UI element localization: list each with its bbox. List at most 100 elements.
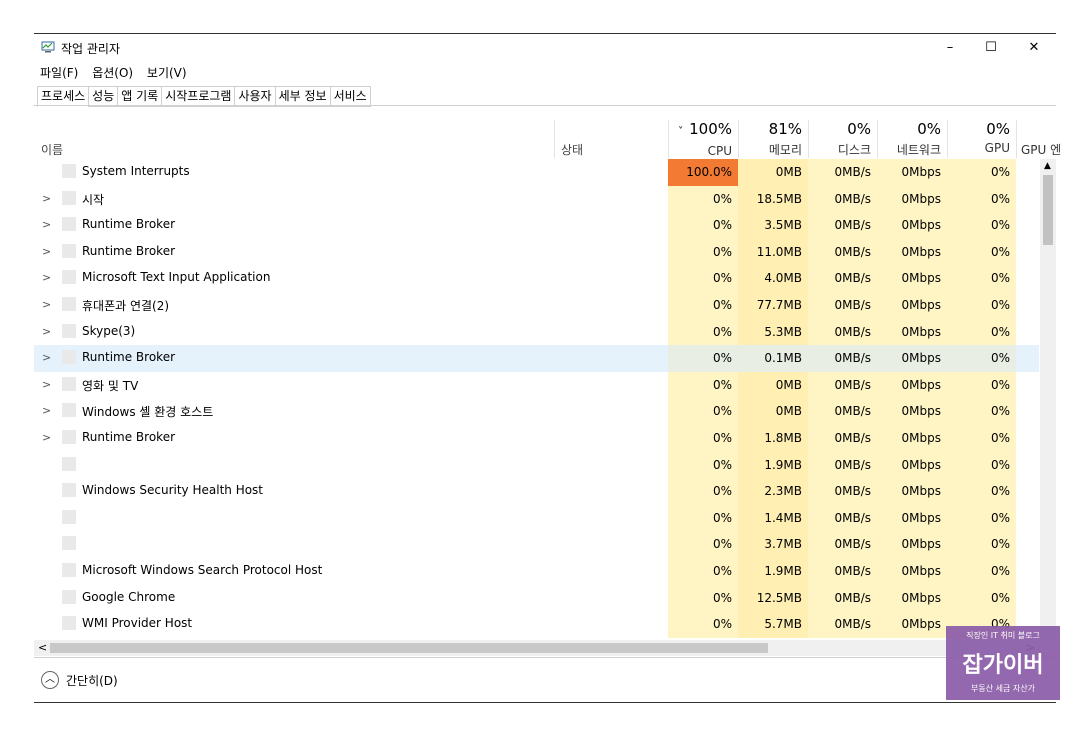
cpu-cell: 0%	[668, 425, 738, 452]
scroll-up-arrow-icon[interactable]: ▲	[1044, 161, 1051, 171]
process-name: Windows Security Health Host	[82, 483, 264, 498]
cpu-label: CPU	[707, 144, 732, 158]
network-cell: 0Mbps	[877, 504, 947, 532]
process-row[interactable]: > Runtime Broker 0% 0.1MB 0MB/s 0Mbps 0%	[34, 345, 1039, 372]
gpu-cell: 0%	[947, 425, 1016, 452]
tab-services[interactable]: 서비스	[329, 86, 371, 107]
memory-cell: 5.7MB	[738, 611, 808, 638]
memory-cell: 77.7MB	[738, 292, 808, 319]
process-row[interactable]: > Microsoft Text Input Application 0% 4.0MB…	[34, 265, 1039, 292]
column-header-name[interactable]: 이름	[41, 141, 63, 158]
process-row[interactable]: WMI Provider Host 0% 5.7MB 0MB/s 0Mbps 0%	[34, 611, 1039, 638]
tab-app-history[interactable]: 앱 기록	[117, 86, 162, 107]
disk-cell: 0MB/s	[808, 212, 877, 239]
expand-chevron-icon[interactable]: >	[42, 325, 51, 338]
process-row[interactable]: 0% 1.9MB 0MB/s 0Mbps 0%	[34, 451, 1039, 479]
memory-cell: 0MB	[738, 371, 808, 399]
gpu-cell: 0%	[947, 318, 1016, 346]
tab-details[interactable]: 세부 정보	[274, 86, 330, 107]
maximize-button[interactable]: ☐	[971, 34, 1011, 62]
memory-cell: 1.8MB	[738, 425, 808, 452]
expand-chevron-icon[interactable]: >	[42, 271, 51, 284]
column-header-status[interactable]: 상태	[561, 141, 583, 158]
expand-chevron-icon[interactable]: >	[42, 431, 51, 444]
disk-cell: 0MB/s	[808, 398, 877, 425]
expand-chevron-icon[interactable]: >	[42, 298, 51, 311]
watermark-line-3: 부동산 세금 자산가	[971, 684, 1035, 693]
tab-users[interactable]: 사용자	[234, 86, 275, 107]
process-row[interactable]: > Runtime Broker 0% 11.0MB 0MB/s 0Mbps 0%	[34, 238, 1039, 266]
expand-chevron-icon[interactable]: >	[42, 218, 51, 231]
tab-processes[interactable]: 프로세스	[37, 86, 89, 107]
network-label: 네트워크	[896, 143, 941, 157]
process-row[interactable]: > Runtime Broker 0% 1.8MB 0MB/s 0Mbps 0%	[34, 425, 1039, 452]
watermark-logo: 직장인 IT 취미 블로그 잡가이버 부동산 세금 자산가	[946, 626, 1060, 700]
process-row[interactable]: > 시작 0% 18.5MB 0MB/s 0Mbps 0%	[34, 185, 1039, 213]
chevron-up-circle-icon[interactable]: ︿	[41, 671, 59, 689]
column-header-gpu-engine[interactable]: GPU 엔	[1021, 141, 1061, 158]
column-divider	[1016, 120, 1017, 158]
network-cell: 0Mbps	[877, 531, 947, 558]
expand-chevron-icon[interactable]: >	[42, 404, 51, 417]
process-name: Runtime Broker	[82, 243, 176, 258]
process-row[interactable]: 0% 3.7MB 0MB/s 0Mbps 0%	[34, 531, 1039, 558]
memory-cell: 4.0MB	[738, 265, 808, 292]
horizontal-scrollbar[interactable]: < >	[34, 640, 1039, 656]
scroll-left-arrow-icon[interactable]: <	[38, 641, 47, 654]
network-cell: 0Mbps	[877, 345, 947, 372]
process-icon	[62, 164, 76, 178]
process-row[interactable]: > 휴대폰과 연결(2) 0% 77.7MB 0MB/s 0Mbps 0%	[34, 292, 1039, 319]
memory-cell: 2.3MB	[738, 478, 808, 505]
tab-performance[interactable]: 성능	[88, 86, 118, 107]
column-header-memory[interactable]: 81% 메모리	[738, 120, 802, 158]
vertical-scroll-thumb[interactable]	[1043, 175, 1053, 245]
column-header-disk[interactable]: 0% 디스크	[808, 120, 871, 158]
memory-cell: 1.9MB	[738, 558, 808, 585]
expand-chevron-icon[interactable]: >	[42, 378, 51, 391]
process-row[interactable]: Microsoft Windows Search Protocol Host 0%…	[34, 558, 1039, 585]
process-row[interactable]: Google Chrome 0% 12.5MB 0MB/s 0Mbps 0%	[34, 584, 1039, 612]
expand-chevron-icon[interactable]: >	[42, 192, 51, 205]
process-name: 영화 및 TV	[82, 378, 139, 393]
menu-options[interactable]: 옵션(O)	[92, 66, 133, 80]
fewer-details-link[interactable]: 간단히(D)	[66, 672, 118, 689]
column-header-network[interactable]: 0% 네트워크	[877, 120, 941, 158]
cpu-cell: 0%	[668, 265, 738, 292]
watermark-line-2: 잡가이버	[962, 653, 1044, 678]
expand-chevron-icon[interactable]: >	[42, 351, 51, 364]
process-row[interactable]: System Interrupts 100.0% 0MB 0MB/s 0Mbps 0%	[34, 159, 1039, 186]
process-row[interactable]: > 영화 및 TV 0% 0MB 0MB/s 0Mbps 0%	[34, 371, 1039, 399]
menu-view[interactable]: 보기(V)	[147, 66, 187, 80]
network-cell: 0Mbps	[877, 265, 947, 292]
disk-total-percent: 0%	[847, 120, 871, 138]
memory-label: 메모리	[768, 143, 802, 157]
process-row[interactable]: > Runtime Broker 0% 3.5MB 0MB/s 0Mbps 0%	[34, 212, 1039, 239]
process-name: Microsoft Text Input Application	[82, 270, 271, 285]
memory-cell: 0.1MB	[738, 345, 808, 372]
gpu-cell: 0%	[947, 584, 1016, 612]
menu-bar: 파일(F) 옵션(O) 보기(V)	[40, 64, 197, 80]
horizontal-scroll-thumb[interactable]	[50, 643, 768, 653]
column-header-gpu[interactable]: 0% GPU	[947, 120, 1010, 158]
minimize-button[interactable]: –	[930, 34, 970, 62]
process-icon	[62, 376, 76, 391]
process-list: System Interrupts 100.0% 0MB 0MB/s 0Mbps 0% > 시…	[34, 159, 1039, 639]
process-icon	[62, 509, 76, 524]
disk-cell: 0MB/s	[808, 345, 877, 372]
process-name: Windows 셸 환경 호스트	[82, 405, 214, 420]
process-row[interactable]: > Skype(3) 0% 5.3MB 0MB/s 0Mbps 0%	[34, 318, 1039, 346]
column-header-cpu[interactable]: ˅ 100% CPU	[668, 120, 732, 158]
tab-startup[interactable]: 시작프로그램	[161, 86, 235, 107]
process-row[interactable]: Windows Security Health Host 0% 2.3MB 0MB/s…	[34, 478, 1039, 505]
vertical-scrollbar[interactable]: ▲	[1040, 159, 1056, 639]
process-name: Microsoft Windows Search Protocol Host	[82, 563, 323, 577]
close-button[interactable]: ✕	[1014, 34, 1054, 62]
process-row[interactable]: > Windows 셸 환경 호스트 0% 0MB 0MB/s 0Mbps 0%	[34, 398, 1039, 425]
task-manager-icon	[41, 41, 55, 53]
disk-cell: 0MB/s	[808, 238, 877, 266]
process-row[interactable]: 0% 1.4MB 0MB/s 0Mbps 0%	[34, 504, 1039, 532]
process-name: Runtime Broker	[82, 430, 176, 444]
expand-chevron-icon[interactable]: >	[42, 245, 51, 258]
menu-file[interactable]: 파일(F)	[40, 66, 78, 80]
sort-chevron-icon: ˅	[678, 126, 684, 137]
